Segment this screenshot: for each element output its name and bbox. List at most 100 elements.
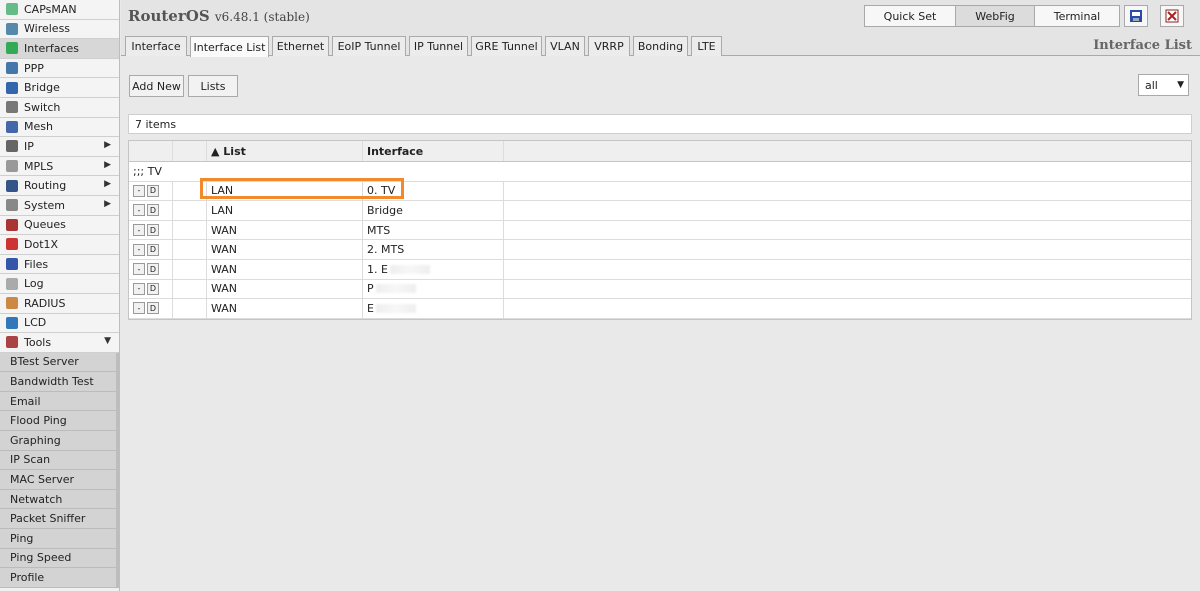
sidebar-item-queues[interactable]: Queues [0, 215, 119, 236]
tools-subitem-packet-sniffer[interactable]: Packet Sniffer [0, 509, 119, 530]
tools-subitem-graphing[interactable]: Graphing [0, 431, 119, 451]
sidebar-item-bridge[interactable]: Bridge [0, 78, 119, 98]
header-interface[interactable]: Interface [363, 141, 504, 161]
sidebar-item-log[interactable]: Log [0, 274, 119, 294]
tab-bonding[interactable]: Bonding [633, 36, 688, 56]
disable-button[interactable]: D [147, 204, 159, 217]
header-flags [173, 141, 207, 161]
sidebar-item-routing[interactable]: Routing ▶ [0, 176, 119, 196]
tab-interface[interactable]: Interface [125, 36, 187, 56]
logout-icon[interactable] [1160, 5, 1184, 27]
header-actions [129, 141, 173, 161]
tab-vlan[interactable]: VLAN [545, 36, 585, 56]
table-row[interactable]: - D WAN 2. MTS [129, 240, 1191, 260]
tab-gre-tunnel[interactable]: GRE Tunnel [471, 36, 542, 56]
interface-name: E [367, 301, 374, 315]
row-actions: -D [129, 220, 173, 240]
row-flags [173, 181, 207, 201]
sidebar-item-dot1x[interactable]: Dot1X [0, 235, 119, 255]
sidebar-item-label: Interfaces [24, 41, 79, 55]
sidebar-item-label: Wireless [24, 22, 71, 36]
sidebar-item-ppp[interactable]: PPP [0, 58, 119, 79]
sidebar-item-mpls[interactable]: MPLS ▶ [0, 156, 119, 177]
sidebar-item-label: MPLS [24, 159, 54, 173]
filter-select[interactable]: all ▼ [1138, 74, 1189, 96]
redacted-text [375, 284, 416, 294]
table-header: ▲ List Interface [129, 141, 1191, 162]
remove-button[interactable]: - [133, 243, 145, 256]
tools-subitem-profile[interactable]: Profile [0, 568, 119, 588]
sidebar-item-tools[interactable]: Tools ▼ [0, 333, 119, 353]
tools-subitem-ping-speed[interactable]: Ping Speed [0, 548, 119, 569]
remove-button[interactable]: - [133, 282, 145, 295]
radius-icon [6, 297, 18, 310]
tools-subitem-email[interactable]: Email [0, 391, 119, 412]
header-empty [504, 141, 1191, 161]
sidebar-item-lcd[interactable]: LCD [0, 313, 119, 334]
disable-button[interactable]: D [147, 302, 159, 315]
sidebar-item-switch[interactable]: Switch [0, 97, 119, 118]
sidebar-item-label: System [24, 198, 66, 212]
disable-button[interactable]: D [147, 243, 159, 256]
webfig-button[interactable]: WebFig [955, 5, 1035, 27]
bridge-icon [6, 81, 18, 94]
remove-button[interactable]: - [133, 204, 145, 217]
remove-button[interactable]: - [133, 302, 145, 315]
disable-button[interactable]: D [147, 263, 159, 276]
tab-vrrp[interactable]: VRRP [588, 36, 630, 56]
interface-cell: E [363, 299, 504, 318]
ppp-icon [6, 62, 18, 75]
disable-button[interactable]: D [147, 282, 159, 295]
item-count-bar: 7 items [128, 114, 1192, 134]
table-row[interactable]: - D LAN Bridge [129, 201, 1191, 221]
tab-ip-tunnel[interactable]: IP Tunnel [409, 36, 468, 56]
table-row[interactable]: - D WAN E [129, 299, 1191, 319]
row-actions: -D [129, 201, 173, 220]
list-cell: WAN [207, 279, 363, 299]
tools-subitem-bandwidth-test[interactable]: Bandwidth Test [0, 372, 119, 392]
sidebar-item-system[interactable]: System ▶ [0, 195, 119, 216]
table-row[interactable]: - D WAN MTS [129, 220, 1191, 241]
terminal-button[interactable]: Terminal [1034, 5, 1120, 27]
tools-subitem-netwatch[interactable]: Netwatch [0, 489, 119, 510]
list-cell: WAN [207, 259, 363, 279]
remove-button[interactable]: - [133, 224, 145, 237]
sidebar-item-files[interactable]: Files [0, 254, 119, 275]
sidebar-item-capsman[interactable]: CAPsMAN [0, 0, 119, 20]
table-row[interactable]: - D WAN 1. E [129, 259, 1191, 280]
tools-subitem-ping[interactable]: Ping [0, 529, 119, 549]
tab-interface-list[interactable]: Interface List [190, 36, 269, 57]
header-list[interactable]: ▲ List [207, 141, 363, 161]
table-row[interactable]: - D WAN P [129, 279, 1191, 300]
sidebar-item-wireless[interactable]: Wireless [0, 19, 119, 40]
chevron-right-icon: ▶ [104, 140, 111, 151]
tools-subitem-ip-scan[interactable]: IP Scan [0, 450, 119, 471]
lists-button[interactable]: Lists [188, 75, 238, 97]
redacted-text [375, 303, 416, 313]
sidebar-item-radius[interactable]: RADIUS [0, 293, 119, 314]
sidebar-item-interfaces[interactable]: Interfaces [0, 39, 119, 59]
tools-subitem-btest-server[interactable]: BTest Server [0, 352, 119, 373]
tools-subitem-mac-server[interactable]: MAC Server [0, 470, 119, 490]
sidebar-item-mesh[interactable]: Mesh [0, 117, 119, 138]
interface-cell: P [363, 279, 504, 299]
ip-icon [6, 140, 18, 153]
tools-subitem-flood-ping[interactable]: Flood Ping [0, 411, 119, 432]
remove-button[interactable]: - [133, 184, 145, 197]
switch-icon [6, 101, 18, 114]
comment-row: ;;; TV [129, 162, 1191, 182]
quick-set-button[interactable]: Quick Set [864, 5, 956, 27]
add-new-button[interactable]: Add New [129, 75, 184, 97]
interface-cell: 2. MTS [363, 240, 504, 259]
disable-button[interactable]: D [147, 224, 159, 237]
row-flags [173, 240, 207, 259]
tab-eoip-tunnel[interactable]: EoIP Tunnel [332, 36, 406, 56]
table-row[interactable]: - D LAN 0. TV [129, 181, 1191, 202]
tab-lte[interactable]: LTE [691, 36, 722, 56]
sidebar-item-ip[interactable]: IP ▶ [0, 137, 119, 157]
interface-name: Bridge [367, 203, 403, 217]
save-icon[interactable] [1124, 5, 1148, 27]
tab-ethernet[interactable]: Ethernet [272, 36, 329, 56]
disable-button[interactable]: D [147, 184, 159, 197]
remove-button[interactable]: - [133, 263, 145, 276]
